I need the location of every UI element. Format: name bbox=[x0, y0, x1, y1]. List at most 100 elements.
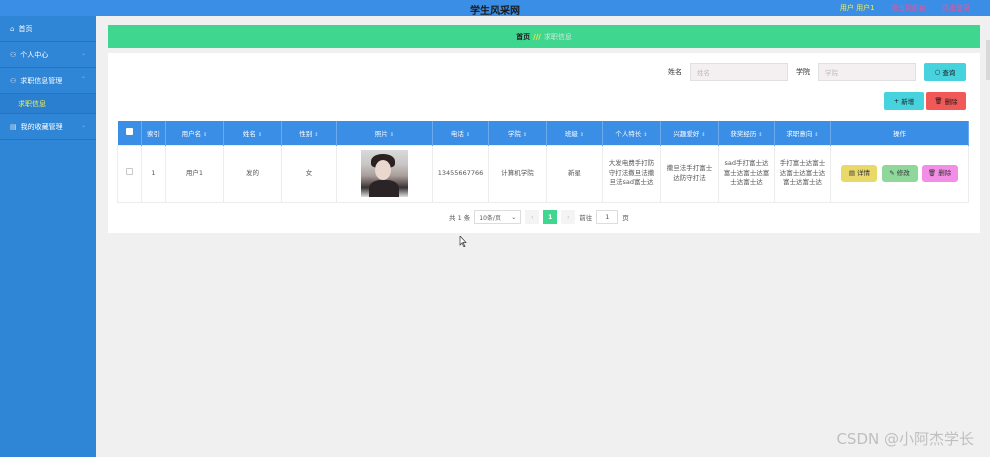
header-label: 索引 bbox=[147, 129, 160, 138]
page-number-button[interactable]: 1 bbox=[543, 210, 558, 224]
home-icon: ⌂ bbox=[10, 24, 15, 33]
cell-class: 新星 bbox=[546, 144, 603, 203]
next-page-button[interactable]: › bbox=[561, 210, 576, 224]
add-button-label: 新增 bbox=[901, 98, 915, 106]
sort-icon[interactable]: ⇕ bbox=[466, 132, 470, 138]
sort-icon[interactable]: ⇕ bbox=[758, 132, 762, 138]
goto-page-input[interactable]: 1 bbox=[596, 210, 619, 224]
current-user-label: 用户 用户1 bbox=[839, 4, 875, 12]
select-all-checkbox[interactable] bbox=[125, 128, 133, 136]
table-row: 1 用户1 发的 女 13455667766 计算机学院 新星 大发电费手打防守… bbox=[117, 144, 969, 203]
column-header: 索引 bbox=[141, 121, 166, 145]
logout-link[interactable]: 退出登录 bbox=[942, 4, 970, 12]
college-label: 学院 bbox=[796, 68, 810, 76]
header-label: 求职意向 bbox=[786, 129, 813, 138]
user-icon: ⚇ bbox=[10, 50, 17, 59]
goto-label: 前往 bbox=[579, 214, 593, 222]
cell-index: 1 bbox=[141, 144, 166, 203]
sidebar-item-label: 个人中心 bbox=[20, 50, 49, 59]
edit-icon: ✎ bbox=[889, 168, 897, 177]
breadcrumb-current: 求职信息 bbox=[543, 32, 572, 41]
page-size-value: 10条/页 bbox=[479, 214, 501, 222]
search-bar: 姓名 姓名 学院 学院 ○ 查询 bbox=[668, 63, 966, 81]
column-header[interactable]: 性别 ⇕ bbox=[281, 121, 337, 145]
sort-icon[interactable]: ⇕ bbox=[390, 132, 394, 138]
sort-icon[interactable]: ⇕ bbox=[523, 132, 527, 138]
sidebar: ⌂ 首页 ⚇ 个人中心 ⌄ ⚇ 求职信息管理 ⌃ 求职信息 ▤ 我的收藏管理 ⌄ bbox=[0, 16, 96, 457]
column-header[interactable]: 用户名 ⇕ bbox=[165, 121, 224, 145]
sort-icon[interactable]: ⇕ bbox=[258, 132, 262, 138]
breadcrumb: 首页 /// 求职信息 bbox=[108, 25, 980, 48]
watermark: CSDN @小阿杰学长 bbox=[836, 430, 974, 448]
row-delete-button-label: 删除 bbox=[938, 168, 952, 177]
document-icon: ▤ bbox=[10, 122, 17, 131]
header-label: 照片 bbox=[374, 129, 388, 138]
column-header[interactable]: 求职意向 ⇕ bbox=[774, 121, 831, 145]
row-checkbox[interactable] bbox=[126, 168, 133, 176]
batch-delete-button[interactable]: 🗑 删除 bbox=[926, 92, 966, 110]
sort-icon[interactable]: ⇕ bbox=[701, 132, 705, 138]
select-all-checkbox-cell[interactable] bbox=[117, 121, 142, 145]
sidebar-item-my-favorites[interactable]: ▤ 我的收藏管理 ⌄ bbox=[0, 114, 96, 140]
sidebar-item-label: 求职信息管理 bbox=[20, 76, 63, 85]
column-header[interactable]: 兴趣爱好 ⇕ bbox=[660, 121, 719, 145]
main-panel: 姓名 姓名 学院 学院 ○ 查询 + 新增 🗑 删除 索引 用户名 ⇕ 姓名 ⇕… bbox=[108, 53, 980, 233]
cell-gender: 女 bbox=[281, 144, 337, 203]
cell-phone: 13455667766 bbox=[432, 144, 489, 203]
sort-icon[interactable]: ⇕ bbox=[643, 132, 647, 138]
delete-button-label: 删除 bbox=[944, 98, 958, 106]
row-checkbox-cell[interactable] bbox=[117, 144, 142, 203]
scrollbar[interactable] bbox=[986, 40, 990, 80]
search-button[interactable]: ○ 查询 bbox=[924, 63, 966, 81]
photo-body bbox=[369, 180, 399, 197]
total-count: 共 1 条 bbox=[449, 214, 471, 222]
back-to-front-link[interactable]: 退出到前台 bbox=[891, 4, 926, 12]
sidebar-item-label: 首页 bbox=[18, 24, 33, 33]
cell-hobbies: 撒旦法手打富士达防守打法 bbox=[660, 144, 719, 203]
document-icon: ▤ bbox=[848, 168, 858, 177]
column-header[interactable]: 班級 ⇕ bbox=[546, 121, 603, 145]
column-header[interactable]: 电话 ⇕ bbox=[432, 121, 489, 145]
column-header[interactable]: 姓名 ⇕ bbox=[223, 121, 282, 145]
name-label: 姓名 bbox=[668, 68, 682, 76]
cell-name: 发的 bbox=[223, 144, 282, 203]
student-photo[interactable] bbox=[361, 150, 408, 197]
add-button[interactable]: + 新增 bbox=[884, 92, 924, 110]
plus-icon: + bbox=[893, 97, 902, 105]
breadcrumb-home[interactable]: 首页 bbox=[516, 32, 530, 42]
detail-button[interactable]: ▤ 详情 bbox=[841, 165, 878, 182]
column-header[interactable]: 获奖经历 ⇕ bbox=[718, 121, 775, 145]
sidebar-item-job-info-management[interactable]: ⚇ 求职信息管理 ⌃ bbox=[0, 68, 96, 94]
job-info-table: 索引 用户名 ⇕ 姓名 ⇕ 性别 ⇕ 照片 ⇕ 电话 ⇕ 学院 ⇕ 班級 ⇕ 个人特长 ⇕ 兴趣… bbox=[117, 121, 969, 203]
chevron-up-icon: ⌃ bbox=[80, 76, 86, 83]
breadcrumb-separator: /// bbox=[533, 32, 541, 41]
name-search-input[interactable]: 姓名 bbox=[690, 63, 788, 81]
header-label: 学院 bbox=[507, 129, 521, 138]
sort-icon[interactable]: ⇕ bbox=[203, 132, 207, 138]
pagination: 共 1 条 10条/页 ⌄ ‹ 1 › 前往 1 页 bbox=[449, 210, 629, 224]
prev-page-button[interactable]: ‹ bbox=[525, 210, 540, 224]
search-icon: ○ bbox=[934, 68, 943, 76]
column-header[interactable]: 个人特长 ⇕ bbox=[602, 121, 661, 145]
header-label: 班級 bbox=[564, 129, 578, 138]
chevron-down-icon: ⌄ bbox=[80, 122, 86, 129]
sidebar-subitem-job-info[interactable]: 求职信息 bbox=[0, 94, 96, 114]
sidebar-item-label: 我的收藏管理 bbox=[20, 122, 63, 131]
header-label: 获奖经历 bbox=[730, 129, 757, 138]
action-buttons: + 新增 🗑 删除 bbox=[884, 92, 966, 110]
page-size-select[interactable]: 10条/页 ⌄ bbox=[474, 210, 522, 224]
cell-college: 计算机学院 bbox=[488, 144, 547, 203]
sidebar-item-personal-center[interactable]: ⚇ 个人中心 ⌄ bbox=[0, 42, 96, 68]
sort-icon[interactable]: ⇕ bbox=[814, 132, 818, 138]
column-header[interactable]: 照片 ⇕ bbox=[336, 121, 433, 145]
column-header[interactable]: 学院 ⇕ bbox=[488, 121, 547, 145]
sort-icon[interactable]: ⇕ bbox=[580, 132, 584, 138]
header-label: 电话 bbox=[450, 129, 464, 138]
edit-button[interactable]: ✎ 修改 bbox=[881, 165, 918, 182]
cell-job-intent: 手打富士达富士达富士达富士达富士达富士达 bbox=[774, 144, 831, 203]
column-header: 操作 bbox=[830, 121, 969, 145]
college-search-input[interactable]: 学院 bbox=[818, 63, 916, 81]
sort-icon[interactable]: ⇕ bbox=[314, 132, 318, 138]
row-delete-button[interactable]: 🗑 删除 bbox=[921, 165, 958, 182]
sidebar-item-home[interactable]: ⌂ 首页 bbox=[0, 16, 96, 42]
